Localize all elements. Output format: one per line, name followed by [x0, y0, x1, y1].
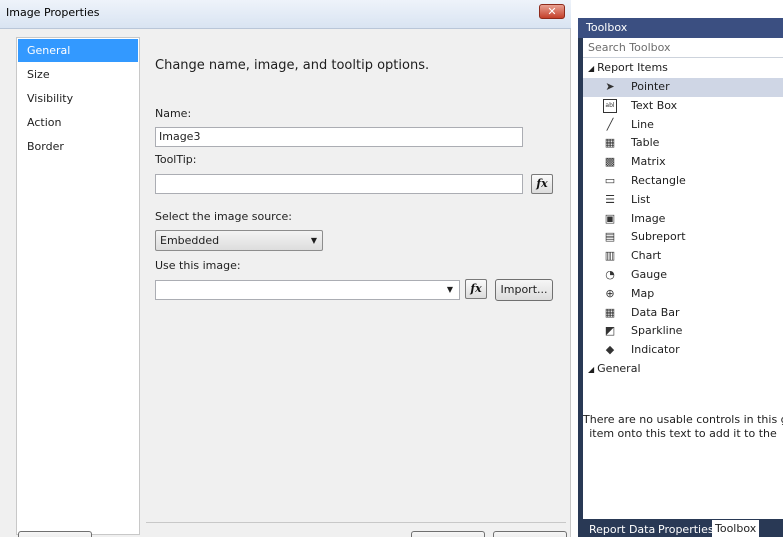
indicator-icon: ◆ [605, 343, 615, 357]
tool-label: List [631, 192, 651, 206]
gauge-icon: ◔ [605, 268, 615, 281]
dropdown-arrow-icon: ▼ [310, 236, 317, 245]
image-icon: ▣ [604, 211, 616, 225]
tool-subreport[interactable]: ▤ Subreport [583, 228, 783, 247]
nav-item-border[interactable]: Border [18, 135, 138, 158]
nav-item-visibility[interactable]: Visibility [18, 87, 138, 110]
nav-item-action[interactable]: Action [18, 111, 138, 134]
import-button[interactable]: Import... [495, 279, 553, 301]
tool-pointer[interactable]: ➤ Pointer [583, 78, 783, 97]
name-field[interactable]: Image3 [155, 127, 523, 147]
tab-report-data[interactable]: Report Data [589, 522, 655, 537]
group-report-items[interactable]: ◢ Report Items [583, 59, 783, 77]
textbox-icon: abl [603, 98, 617, 113]
tool-label: Gauge [631, 268, 667, 281]
tool-label: Subreport [631, 230, 686, 244]
tool-indicator[interactable]: ◆ Indicator [583, 341, 783, 360]
tool-rectangle[interactable]: ▭ Rectangle [583, 172, 783, 191]
nav-item-general[interactable]: General [18, 39, 138, 62]
matrix-icon: ▩ [604, 155, 616, 169]
use-image-label: Use this image: [155, 259, 241, 272]
empty-group-message: There are no usable controls in this gr i… [583, 413, 783, 441]
tool-image[interactable]: ▣ Image [583, 210, 783, 229]
tool-text-box[interactable]: abl Text Box [583, 97, 783, 116]
tool-label: Chart [631, 249, 662, 263]
toolbox-search-input[interactable]: Search Toolbox [583, 38, 783, 58]
tool-label: Sparkline [631, 324, 683, 338]
tool-label: Map [631, 286, 655, 300]
toolbox-body: Search Toolbox ◢ Report Items ➤ Pointer a… [583, 38, 783, 519]
image-source-label: Select the image source: [155, 210, 292, 223]
ok-button[interactable] [411, 531, 485, 537]
pointer-icon: ➤ [605, 80, 615, 93]
cancel-button[interactable] [493, 531, 567, 537]
line-icon: ╱ [606, 117, 614, 131]
tool-label: Matrix [631, 155, 666, 169]
tooltip-field[interactable] [155, 174, 523, 194]
page-heading: Change name, image, and tooltip options. [155, 58, 430, 73]
toolbox-tab-strip: Report Data Properties Toolbox [578, 519, 783, 537]
close-button[interactable]: ✕ [539, 4, 565, 19]
tool-label: Line [631, 117, 654, 131]
tool-label: Table [631, 136, 660, 150]
sparkline-icon: ◩ [604, 324, 616, 338]
tool-gauge[interactable]: ◔ Gauge [583, 266, 783, 285]
empty-message-line: item onto this text to add it to the [589, 427, 777, 440]
footer-divider [146, 522, 566, 523]
name-label: Name: [155, 107, 192, 120]
group-report-items-label: Report Items [597, 61, 668, 74]
group-general[interactable]: ◢ General [583, 360, 783, 378]
tool-list[interactable]: ☰ List [583, 191, 783, 210]
tool-data-bar[interactable]: ▦ Data Bar [583, 304, 783, 323]
toolbox-title: Toolbox [578, 18, 783, 38]
collapse-triangle-icon: ◢ [588, 64, 595, 73]
tooltip-expression-button[interactable]: fx [531, 174, 553, 194]
list-icon: ☰ [605, 192, 615, 206]
tab-toolbox[interactable]: Toolbox [712, 520, 760, 537]
databar-icon: ▦ [604, 305, 616, 319]
empty-message-line: There are no usable controls in this gr [583, 413, 783, 426]
image-expression-button[interactable]: fx [465, 279, 487, 299]
tool-label: Text Box [631, 98, 678, 112]
help-button[interactable] [18, 531, 92, 537]
rectangle-icon: ▭ [604, 174, 616, 187]
tool-chart[interactable]: ▥ Chart [583, 247, 783, 266]
tab-properties[interactable]: Properties [658, 522, 714, 537]
close-icon: ✕ [547, 5, 557, 18]
table-icon: ▦ [604, 136, 616, 150]
tool-sparkline[interactable]: ◩ Sparkline [583, 322, 783, 341]
tool-matrix[interactable]: ▩ Matrix [583, 153, 783, 172]
dialog-titlebar: Image Properties ✕ [0, 0, 571, 29]
tool-table[interactable]: ▦ Table [583, 134, 783, 153]
map-icon: ⊕ [605, 286, 615, 300]
tooltip-label: ToolTip: [155, 153, 197, 166]
use-image-select[interactable]: ▼ [155, 280, 460, 300]
image-source-select[interactable]: Embedded ▼ [155, 230, 323, 251]
tool-label: Indicator [631, 343, 680, 357]
toolbox-panel: Toolbox Search Toolbox ◢ Report Items ➤ P… [578, 18, 783, 537]
tool-label: Pointer [631, 80, 670, 93]
image-properties-dialog: Image Properties ✕ General Size Visibili… [0, 0, 571, 537]
tool-label: Rectangle [631, 174, 686, 187]
dropdown-arrow-icon: ▼ [446, 285, 453, 294]
fx-icon: fx [470, 282, 482, 295]
general-page: Change name, image, and tooltip options.… [146, 37, 566, 527]
chart-icon: ▥ [604, 249, 616, 263]
dialog-title: Image Properties [6, 6, 100, 19]
nav-item-size[interactable]: Size [18, 63, 138, 86]
tool-label: Data Bar [631, 305, 680, 319]
tool-line[interactable]: ╱ Line [583, 116, 783, 135]
tool-label: Image [631, 211, 666, 225]
subreport-icon: ▤ [604, 230, 616, 244]
fx-icon: fx [536, 177, 548, 190]
dialog-nav: General Size Visibility Action Border [16, 37, 140, 535]
collapse-triangle-icon: ◢ [588, 365, 595, 374]
image-source-value: Embedded [160, 234, 220, 247]
tool-map[interactable]: ⊕ Map [583, 285, 783, 304]
group-general-label: General [597, 362, 641, 375]
